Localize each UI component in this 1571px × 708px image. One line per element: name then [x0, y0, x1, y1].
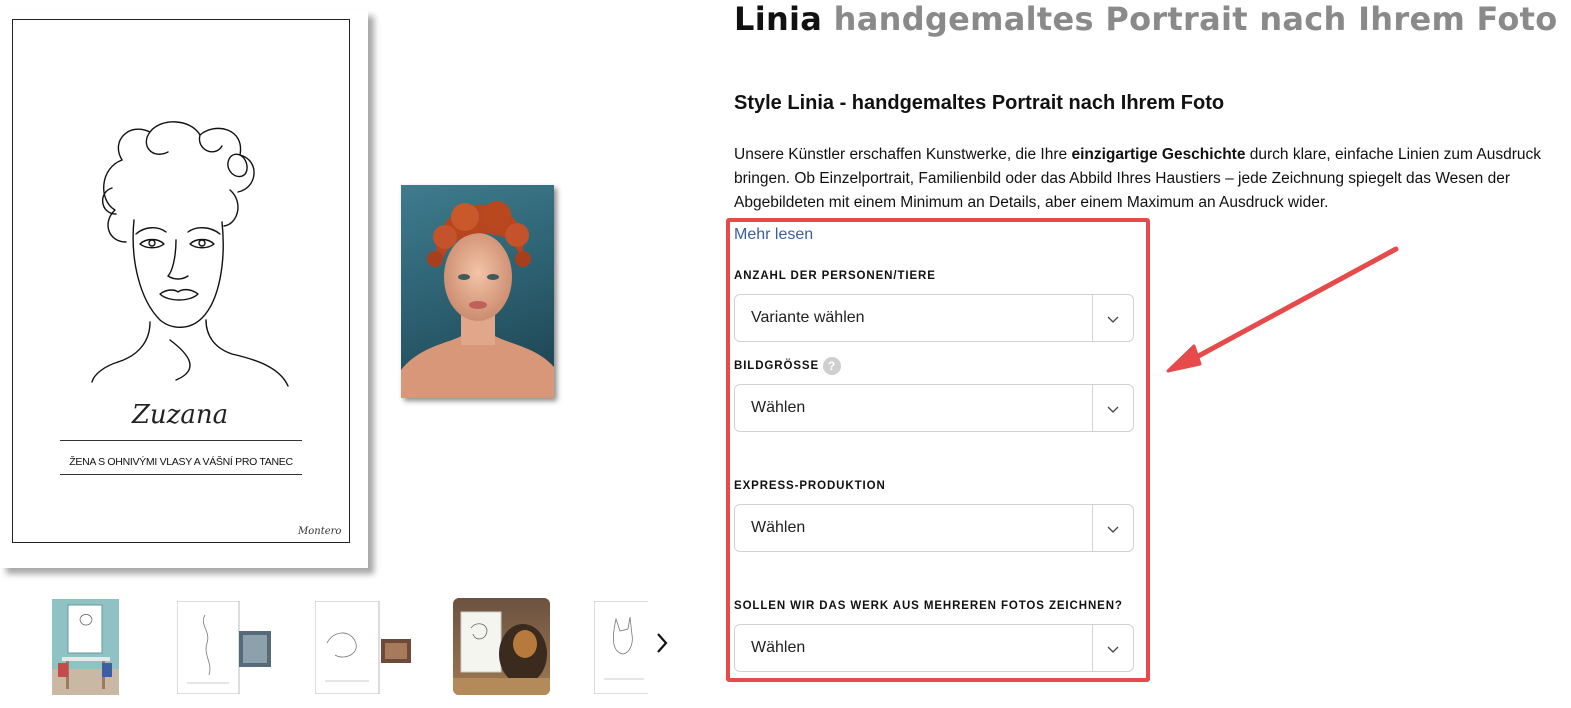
artist-signature: Montero — [298, 526, 342, 537]
reference-photo-illustration — [401, 201, 554, 398]
main-product-image[interactable]: Zuzana ŽENA S OHNIVÝMI VLASY A VÁŠNÍ PRO… — [0, 10, 368, 568]
portrait-name-signature: Zuzana — [131, 400, 229, 430]
caption-top-rule — [60, 440, 302, 441]
product-description: Unsere Künstler erschaffen Kunstwerke, d… — [734, 143, 1564, 215]
example-2-illustration — [177, 601, 271, 694]
example-5-illustration — [594, 601, 648, 694]
product-title-brand: Linia — [734, 0, 823, 38]
reference-photo[interactable] — [401, 185, 554, 398]
portrait-caption: ŽENA S OHNIVÝMI VLASY A VÁŠNÍ PRO TANEC — [69, 456, 293, 468]
annotation-arrow-icon — [1166, 246, 1399, 373]
room-scene-illustration — [52, 599, 119, 695]
thumbnail-example-3[interactable] — [315, 601, 411, 694]
thumbnail-example-2[interactable] — [177, 601, 273, 694]
example-3-illustration — [315, 601, 411, 694]
thumbnail-room-scene[interactable] — [52, 599, 119, 695]
description-part-1: Unsere Künstler erschaffen Kunstwerke, d… — [734, 146, 1072, 163]
dog-photo-illustration — [453, 611, 550, 695]
highlight-annotation-box — [726, 218, 1150, 682]
product-title: Linia handgemaltes Portrait nach Ihrem F… — [734, 0, 1558, 38]
product-title-rest: handgemaltes Portrait nach Ihrem Foto — [833, 0, 1558, 38]
description-bold: einzigartige Geschichte — [1071, 146, 1246, 163]
product-subtitle: Style Linia - handgemaltes Portrait nach… — [734, 92, 1225, 114]
thumbnail-example-5[interactable] — [594, 601, 648, 694]
line-art-portrait — [91, 121, 289, 387]
chevron-right-icon[interactable] — [652, 628, 672, 658]
thumbnail-dog-photo[interactable] — [453, 598, 550, 695]
caption-bottom-rule — [60, 474, 302, 475]
thumbnail-strip — [0, 595, 680, 698]
